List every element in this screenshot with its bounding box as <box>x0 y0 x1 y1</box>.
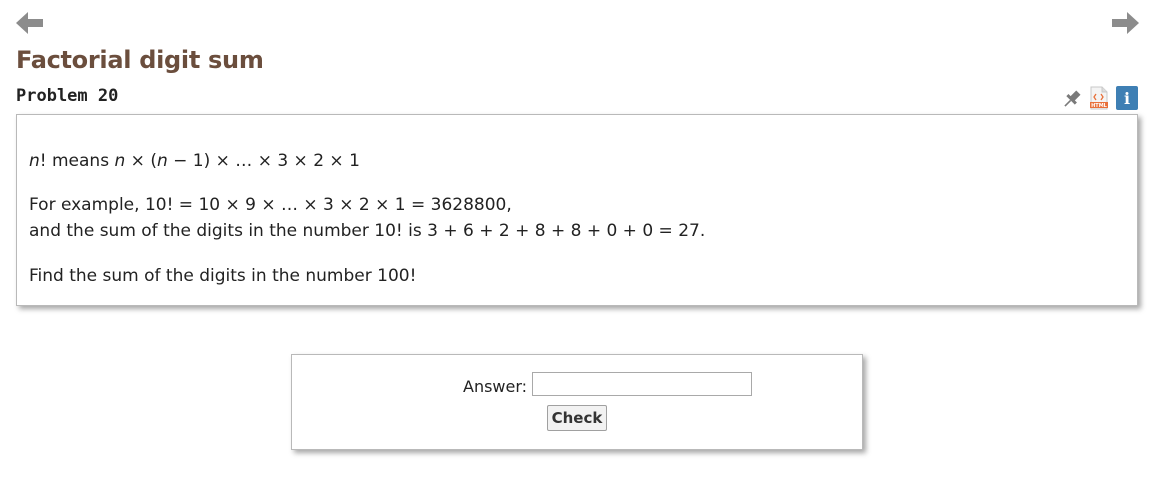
problem-line-example-sum: and the sum of the digits in the number … <box>29 221 706 241</box>
problem-line-definition: n! means n × (n − 1) × … × 3 × 2 × 1 <box>29 151 360 171</box>
page-title: Factorial digit sum <box>16 46 264 74</box>
problem-statement: n! means n × (n − 1) × … × 3 × 2 × 1 For… <box>16 114 1138 306</box>
problem-number: Problem 20 <box>16 86 119 106</box>
previous-problem-arrow-icon[interactable] <box>15 10 45 36</box>
pin-icon[interactable] <box>1061 88 1083 110</box>
answer-label: Answer: <box>463 377 528 396</box>
check-button[interactable]: Check <box>547 405 607 431</box>
next-problem-arrow-icon[interactable] <box>1110 10 1140 36</box>
answer-input[interactable] <box>532 372 752 396</box>
answer-form: Answer: Check <box>291 354 863 450</box>
html-icon[interactable]: HTML <box>1089 86 1109 110</box>
info-icon[interactable]: i <box>1116 86 1138 110</box>
problem-line-example: For example, 10! = 10 × 9 × … × 3 × 2 × … <box>29 195 512 215</box>
html-badge-text: HTML <box>1091 103 1108 109</box>
problem-line-question: Find the sum of the digits in the number… <box>29 266 417 286</box>
